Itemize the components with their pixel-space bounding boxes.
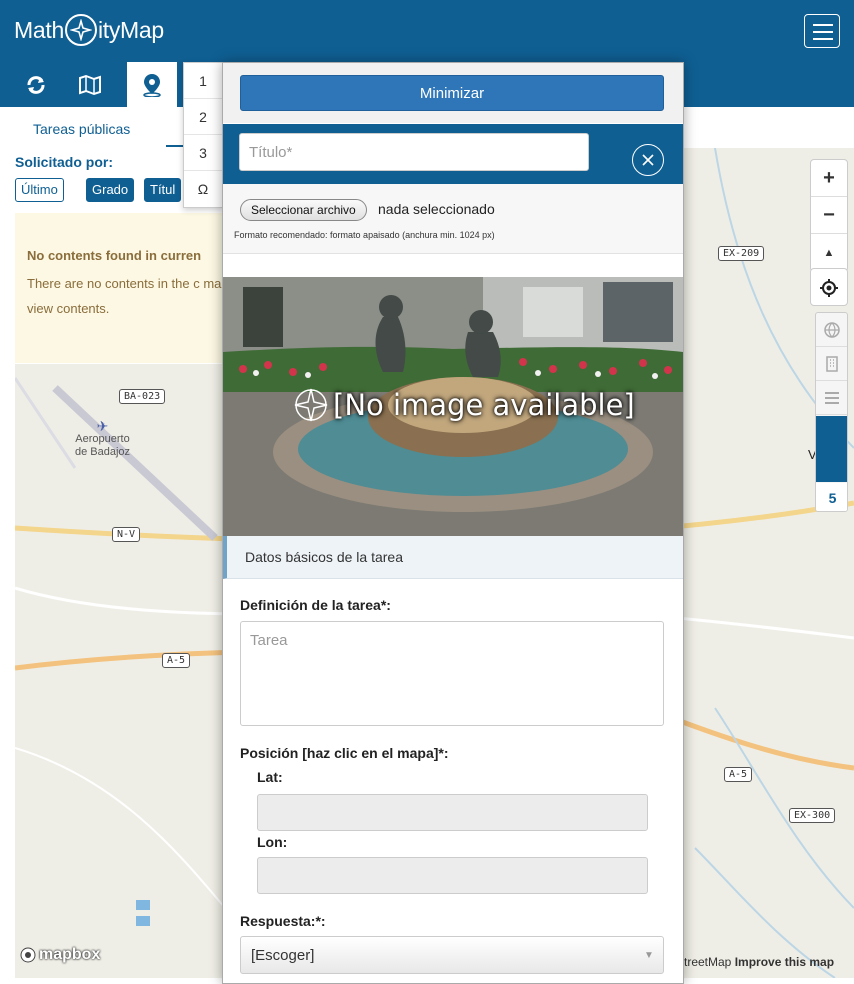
attribution-text: treetMap — [684, 955, 735, 969]
definition-label: Definición de la tarea*: — [240, 597, 391, 613]
logo-prefix: Math — [14, 16, 64, 43]
location-pin-icon — [143, 73, 161, 97]
building-layer-button[interactable] — [816, 347, 847, 381]
menu-bar-icon — [813, 31, 833, 33]
improve-map-link[interactable]: Improve this map — [735, 955, 834, 969]
layer-count-badge[interactable]: 5 — [816, 483, 847, 511]
number-option[interactable]: 2 — [184, 99, 222, 135]
map-attribution: treetMap Improve this map — [684, 955, 834, 969]
compass-rose-icon — [294, 388, 328, 422]
file-upload-area: Seleccionar archivo nada seleccionado Fo… — [223, 184, 683, 254]
answer-label: Respuesta:*: — [240, 913, 326, 929]
refresh-button[interactable] — [14, 62, 58, 107]
mapbox-logo[interactable]: mapbox — [20, 946, 100, 964]
notice-text: There are no contents in the c map. Enla… — [27, 276, 230, 316]
geolocate-button[interactable] — [811, 269, 847, 306]
road-label: A-5 — [162, 653, 191, 668]
location-button[interactable] — [127, 62, 177, 107]
road-label: BA-023 — [119, 389, 166, 404]
title-input[interactable]: Título* — [239, 133, 589, 171]
answer-select-value: [Escoger] — [251, 946, 315, 964]
no-image-overlay: [No image available] — [293, 387, 635, 423]
app-logo[interactable]: Math ityMap — [14, 14, 164, 46]
sort-title-button[interactable]: Títul — [144, 178, 182, 202]
zoom-in-button[interactable]: + — [811, 160, 847, 197]
basic-data-section-header[interactable]: Datos básicos de la tarea — [223, 536, 683, 579]
chevron-down-icon: ▼ — [644, 949, 654, 961]
compass-logo-icon — [64, 14, 97, 46]
number-option[interactable]: 3 — [184, 135, 222, 171]
airport-icon: ✈ — [96, 418, 109, 434]
lon-input[interactable] — [257, 857, 648, 894]
answer-type-select[interactable]: [Escoger] ▼ — [240, 936, 664, 974]
place-label-line: Aeropuerto — [75, 433, 130, 445]
menu-toggle-button[interactable] — [804, 14, 840, 48]
lon-label: Lon: — [257, 834, 288, 850]
globe-icon — [823, 321, 840, 338]
task-image-preview: [No image available] — [223, 277, 683, 536]
no-image-text: [No image available] — [333, 388, 635, 422]
place-label-line: de Badajoz — [75, 446, 131, 458]
list-layer-button[interactable] — [816, 381, 847, 415]
layer-active-indicator — [816, 416, 847, 482]
file-status: nada seleccionado — [378, 201, 495, 217]
app-header: Math ityMap — [0, 0, 854, 62]
position-label: Posición [haz clic en el mapa]*: — [240, 745, 449, 761]
symbol-option[interactable]: Ω — [184, 171, 222, 207]
zoom-out-button[interactable]: − — [811, 197, 847, 234]
refresh-icon — [27, 75, 45, 94]
road-label: A-5 — [724, 767, 753, 782]
layer-control: 5 — [815, 312, 848, 512]
number-dropdown: 1 2 3 Ω — [183, 62, 223, 208]
geolocate-control — [810, 268, 848, 306]
building-icon — [825, 355, 838, 372]
logo-suffix: ityMap — [97, 16, 164, 43]
tab-public-tasks[interactable]: Tareas públicas — [33, 121, 130, 137]
sort-label: Solicitado por: — [15, 154, 113, 170]
zoom-control: + − ▲ — [810, 159, 848, 272]
sort-grade-button[interactable]: Grado — [86, 178, 135, 202]
road-label: EX-300 — [789, 808, 836, 823]
number-option[interactable]: 1 — [184, 63, 222, 99]
map-view-button[interactable] — [68, 62, 112, 107]
task-editor-modal: Minimizar Título* Seleccionar archivo na… — [222, 62, 684, 984]
map-icon — [79, 74, 101, 95]
lat-label: Lat: — [257, 769, 283, 785]
globe-layer-button[interactable] — [816, 313, 847, 347]
crosshair-icon — [820, 278, 838, 297]
notice-title: No contents found in curren — [27, 248, 202, 263]
mapbox-wordmark: mapbox — [39, 946, 101, 963]
lat-input[interactable] — [257, 794, 648, 831]
file-hint: Formato recomendado: formato apaisado (a… — [234, 230, 495, 240]
minimize-button[interactable]: Minimizar — [240, 75, 664, 111]
choose-file-button[interactable]: Seleccionar archivo — [240, 199, 367, 221]
road-label: N-V — [112, 527, 141, 542]
menu-bar-icon — [813, 24, 833, 26]
close-icon[interactable] — [632, 144, 664, 176]
compass-button[interactable]: ▲ — [811, 234, 847, 271]
title-bar: Título* — [223, 124, 683, 184]
airport-label: ✈ Aeropuerto de Badajoz — [75, 418, 131, 459]
map-top-whitespace — [684, 107, 854, 147]
mapbox-icon — [20, 947, 36, 963]
list-icon — [824, 391, 839, 404]
menu-bar-icon — [813, 38, 833, 40]
definition-textarea[interactable]: Tarea — [240, 621, 664, 726]
modal-top-bar: Minimizar — [223, 63, 683, 123]
road-label: EX-209 — [718, 246, 765, 261]
sort-latest-button[interactable]: Último — [15, 178, 64, 202]
no-contents-notice: No contents found in curren There are no… — [15, 213, 230, 363]
